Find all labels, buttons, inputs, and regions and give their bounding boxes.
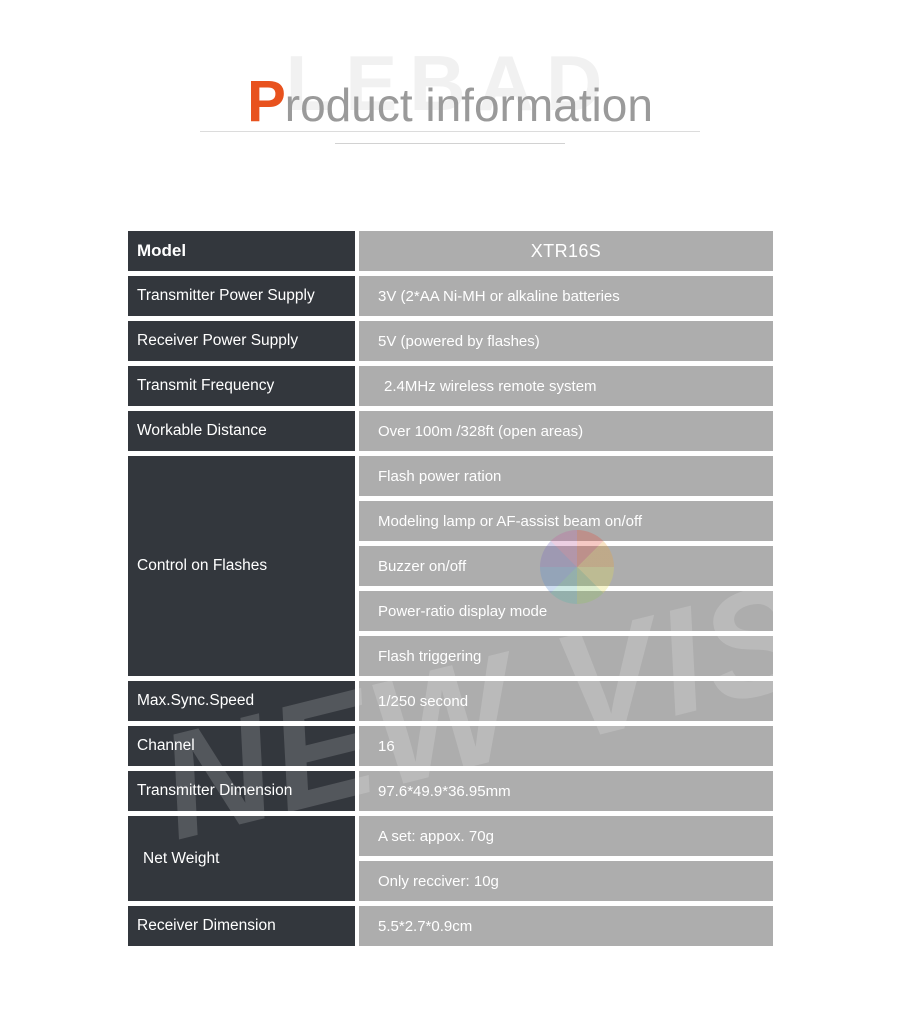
spec-label-cell: Receiver Dimension (128, 906, 355, 946)
spec-value-cell: 97.6*49.9*36.95mm (359, 771, 773, 811)
table-row: Channel 16 (128, 726, 773, 766)
spec-value-cell: 5V (powered by flashes) (359, 321, 773, 361)
spec-value-column: Flash power ration Modeling lamp or AF-as… (359, 456, 773, 676)
spec-label-cell: Workable Distance (128, 411, 355, 451)
table-row: Net Weight A set: appox. 70g Only recciver… (128, 816, 773, 901)
spec-value-column: A set: appox. 70g Only recciver: 10g (359, 816, 773, 901)
spec-value-cell: 5.5*2.7*0.9cm (359, 906, 773, 946)
spec-value-cell: Flash power ration (359, 456, 773, 496)
spec-value-column: 97.6*49.9*36.95mm (359, 771, 773, 811)
table-row: Receiver Power Supply 5V (powered by flas… (128, 321, 773, 361)
page-title: Product information (0, 68, 900, 135)
table-row: Transmit Frequency 2.4MHz wireless remote… (128, 366, 773, 406)
spec-value-column: 3V (2*AA Ni-MH or alkaline batteries (359, 276, 773, 316)
page-title-initial: P (247, 69, 286, 134)
spec-value-column: 2.4MHz wireless remote system (359, 366, 773, 406)
spec-value-cell: 3V (2*AA Ni-MH or alkaline batteries (359, 276, 773, 316)
spec-value-column: XTR16S (359, 231, 773, 271)
spec-value-cell: Over 100m /328ft (open areas) (359, 411, 773, 451)
spec-value-column: 5.5*2.7*0.9cm (359, 906, 773, 946)
spec-value-cell: Modeling lamp or AF-assist beam on/off (359, 501, 773, 541)
title-divider-short (335, 143, 565, 144)
table-row: Control on Flashes Flash power ration Mode… (128, 456, 773, 676)
spec-label-cell: Transmitter Power Supply (128, 276, 355, 316)
spec-value-cell: 1/250 second (359, 681, 773, 721)
spec-value-column: 16 (359, 726, 773, 766)
spec-label-cell: Max.Sync.Speed (128, 681, 355, 721)
spec-value-column: Over 100m /328ft (open areas) (359, 411, 773, 451)
spec-label-cell: Receiver Power Supply (128, 321, 355, 361)
spec-value-cell: A set: appox. 70g (359, 816, 773, 856)
table-row: Model XTR16S (128, 231, 773, 271)
spec-label-cell: Transmitter Dimension (128, 771, 355, 811)
table-row: Max.Sync.Speed 1/250 second (128, 681, 773, 721)
spec-label-cell: Net Weight (128, 816, 355, 901)
spec-value-column: 1/250 second (359, 681, 773, 721)
spec-value-cell: 2.4MHz wireless remote system (359, 366, 773, 406)
spec-label-cell: Model (128, 231, 355, 271)
spec-value-cell: Buzzer on/off (359, 546, 773, 586)
spec-value-cell: Only recciver: 10g (359, 861, 773, 901)
table-row: Workable Distance Over 100m /328ft (open … (128, 411, 773, 451)
spec-label-cell: Control on Flashes (128, 456, 355, 676)
spec-value-column: 5V (powered by flashes) (359, 321, 773, 361)
product-spec-table: Model XTR16S Transmitter Power Supply 3V (2… (128, 231, 773, 951)
title-divider-long (200, 131, 700, 132)
spec-value-cell: Power-ratio display mode (359, 591, 773, 631)
page-title-rest: roduct information (284, 79, 653, 131)
spec-label-cell: Transmit Frequency (128, 366, 355, 406)
spec-value-cell: XTR16S (359, 231, 773, 271)
table-row: Receiver Dimension 5.5*2.7*0.9cm (128, 906, 773, 946)
table-row: Transmitter Dimension 97.6*49.9*36.95mm (128, 771, 773, 811)
page-header: LEBAD Product information (0, 0, 900, 200)
spec-value-cell: Flash triggering (359, 636, 773, 676)
spec-label-cell: Channel (128, 726, 355, 766)
spec-value-cell: 16 (359, 726, 773, 766)
table-row: Transmitter Power Supply 3V (2*AA Ni-MH o… (128, 276, 773, 316)
